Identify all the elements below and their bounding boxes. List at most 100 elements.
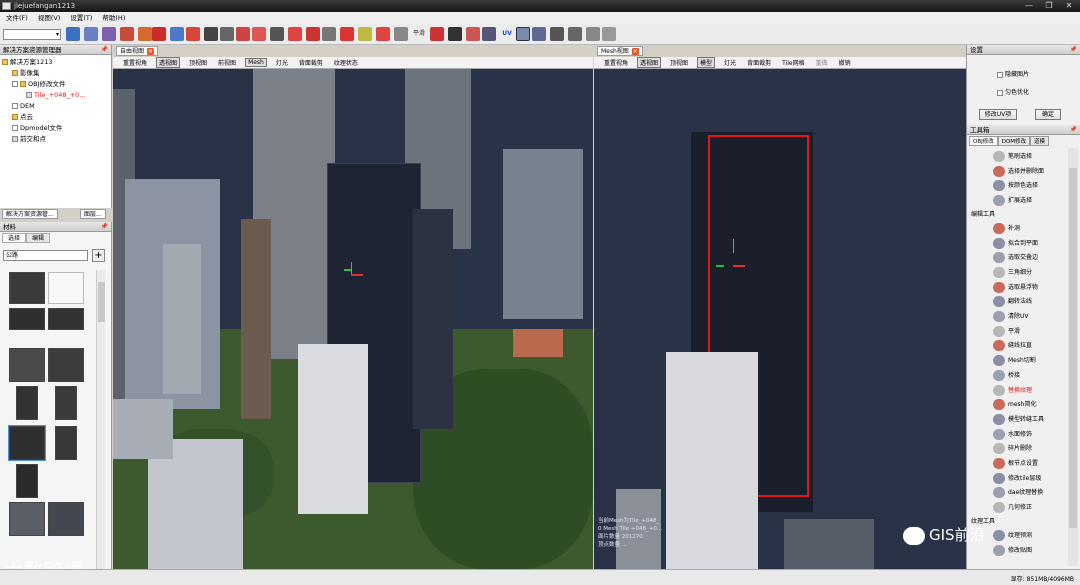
rotate-icon[interactable]: [322, 27, 336, 41]
backface-cull-button[interactable]: 背面裁剪: [745, 58, 773, 67]
materials-scrollbar[interactable]: [96, 270, 105, 580]
tool-item[interactable]: 修改tile层级: [993, 472, 1065, 485]
maximize-button[interactable]: ❐: [1042, 1, 1056, 11]
tree-item-obj[interactable]: OBJ修改文件: [2, 79, 111, 90]
road-tile[interactable]: [55, 386, 77, 420]
scroll-thumb[interactable]: [1069, 168, 1077, 528]
tool-item[interactable]: 扩展选择: [993, 194, 1065, 207]
road-tile[interactable]: [55, 426, 77, 460]
menu-view[interactable]: 视图(V): [38, 12, 61, 24]
tool-item[interactable]: 平滑: [993, 325, 1065, 338]
checkbox-checked[interactable]: [26, 92, 32, 98]
option-hide-images[interactable]: 隐藏图片: [997, 69, 1029, 78]
pin-icon[interactable]: 📌: [101, 222, 108, 232]
tool-item[interactable]: 几何修正: [993, 501, 1065, 514]
texture-icon[interactable]: [138, 27, 152, 41]
perspective-button[interactable]: 透视图: [156, 57, 181, 68]
panel-icon[interactable]: [102, 27, 116, 41]
tool-item[interactable]: 模型转缝工具: [993, 413, 1065, 426]
bridge-icon[interactable]: [376, 27, 390, 41]
move-icon[interactable]: [220, 27, 234, 41]
grid-select-icon[interactable]: [340, 27, 354, 41]
tool-item[interactable]: 选取交叠边: [993, 251, 1065, 264]
tool-item[interactable]: 拟合到平面: [993, 237, 1065, 250]
backface-cull-button[interactable]: 背面裁剪: [297, 58, 325, 67]
tool-item[interactable]: 修改贴图: [993, 544, 1065, 557]
model-button[interactable]: 模型: [697, 57, 716, 68]
tree-item-tile[interactable]: Tile_+048_+0...: [2, 90, 111, 101]
simplify-icon[interactable]: [532, 27, 546, 41]
road-tile[interactable]: [9, 272, 45, 304]
tab-mesh-view[interactable]: Mesh视图 ×: [597, 46, 643, 56]
close-icon[interactable]: ×: [147, 48, 155, 55]
flow-icon[interactable]: [482, 27, 496, 41]
pin-icon[interactable]: 📌: [101, 45, 108, 55]
front-view-button[interactable]: 前视图: [216, 58, 238, 67]
road-tile[interactable]: [16, 464, 38, 498]
tool-item[interactable]: 缝线拉直: [993, 339, 1065, 352]
pen-icon[interactable]: [186, 27, 200, 41]
perspective-button[interactable]: 透视图: [637, 57, 662, 68]
cut-icon[interactable]: [236, 27, 250, 41]
road-tile[interactable]: [8, 425, 46, 461]
uv-button[interactable]: UV: [498, 27, 516, 41]
tool-item[interactable]: 根节点设置: [993, 457, 1065, 470]
tool-item[interactable]: 笔刷选择: [993, 150, 1065, 163]
brush-icon[interactable]: [204, 27, 218, 41]
dice-icon[interactable]: [466, 27, 480, 41]
road-tile[interactable]: [48, 308, 84, 330]
export-icon[interactable]: [602, 27, 616, 41]
flat-button[interactable]: 平滑: [410, 27, 428, 41]
mesh-icon[interactable]: [120, 27, 134, 41]
tree-item-dpmodel[interactable]: Dpmodel文件: [2, 123, 111, 134]
modify-uv-button[interactable]: 修改UV项: [979, 109, 1017, 120]
menu-file[interactable]: 文件(F): [6, 12, 28, 24]
mesh-view-icon[interactable]: [516, 27, 530, 41]
tab-solution-explorer[interactable]: 解决方案资源管...: [2, 209, 58, 219]
menu-help[interactable]: 帮助(H): [102, 12, 125, 24]
tool-item[interactable]: 按颜色选择: [993, 179, 1065, 192]
free-view-viewport[interactable]: [113, 69, 593, 569]
select-icon[interactable]: [152, 27, 166, 41]
tool-icon[interactable]: [270, 27, 284, 41]
reset-view-button[interactable]: 重置视角: [602, 58, 630, 67]
tab-edit[interactable]: 编辑: [26, 233, 51, 243]
tree-item-images[interactable]: 影像集: [2, 68, 111, 79]
tool-group-header[interactable]: 编辑工具: [971, 209, 995, 220]
light-button[interactable]: 灯光: [274, 58, 290, 67]
tool-item[interactable]: 翻转法线: [993, 295, 1065, 308]
tree-item-solution[interactable]: 解决方案1213: [2, 57, 111, 68]
checkbox-checked[interactable]: [12, 136, 18, 142]
undo-button[interactable]: 撤销: [837, 58, 853, 67]
top-view-button[interactable]: 顶视图: [668, 58, 690, 67]
tool-item[interactable]: 清除UV: [993, 310, 1065, 323]
road-tile[interactable]: [9, 308, 45, 330]
tab-dom-modify[interactable]: DOM修改: [997, 136, 1031, 146]
grid-icon[interactable]: [66, 27, 80, 41]
light-button[interactable]: 灯光: [722, 58, 738, 67]
top-view-button[interactable]: 顶视图: [187, 58, 209, 67]
checkbox[interactable]: [997, 71, 1003, 78]
flip-icon[interactable]: [358, 27, 372, 41]
tree-item-dem[interactable]: DEM: [2, 101, 111, 112]
zoom-icon[interactable]: [170, 27, 184, 41]
texture-state-button[interactable]: 纹理状态: [332, 58, 360, 67]
tool-item[interactable]: mesh简化: [993, 398, 1065, 411]
road-tile[interactable]: [16, 386, 38, 420]
tile-grid-button[interactable]: Tile网格: [780, 58, 807, 67]
confirm-button[interactable]: 确定: [1035, 109, 1061, 120]
tab-select[interactable]: 选择: [2, 233, 27, 243]
fill-icon[interactable]: [288, 27, 302, 41]
pin-icon[interactable]: 📌: [1070, 45, 1077, 55]
tool-item[interactable]: dae纹理替换: [993, 486, 1065, 499]
tool-item[interactable]: 选取悬浮物: [993, 281, 1065, 294]
pin-icon[interactable]: 📌: [1070, 125, 1077, 135]
tool-item[interactable]: 补洞: [993, 222, 1065, 235]
option-color-balance[interactable]: 匀色优化: [997, 87, 1029, 96]
tab-free-view[interactable]: 自由视图 ×: [116, 46, 159, 56]
tool-item[interactable]: 替换纹理: [993, 384, 1065, 397]
tool-item[interactable]: 选择并删除面: [993, 165, 1065, 178]
tree-item-intersection[interactable]: 前交和点: [2, 134, 111, 145]
checkbox[interactable]: [12, 125, 18, 131]
checkbox[interactable]: [12, 81, 18, 87]
